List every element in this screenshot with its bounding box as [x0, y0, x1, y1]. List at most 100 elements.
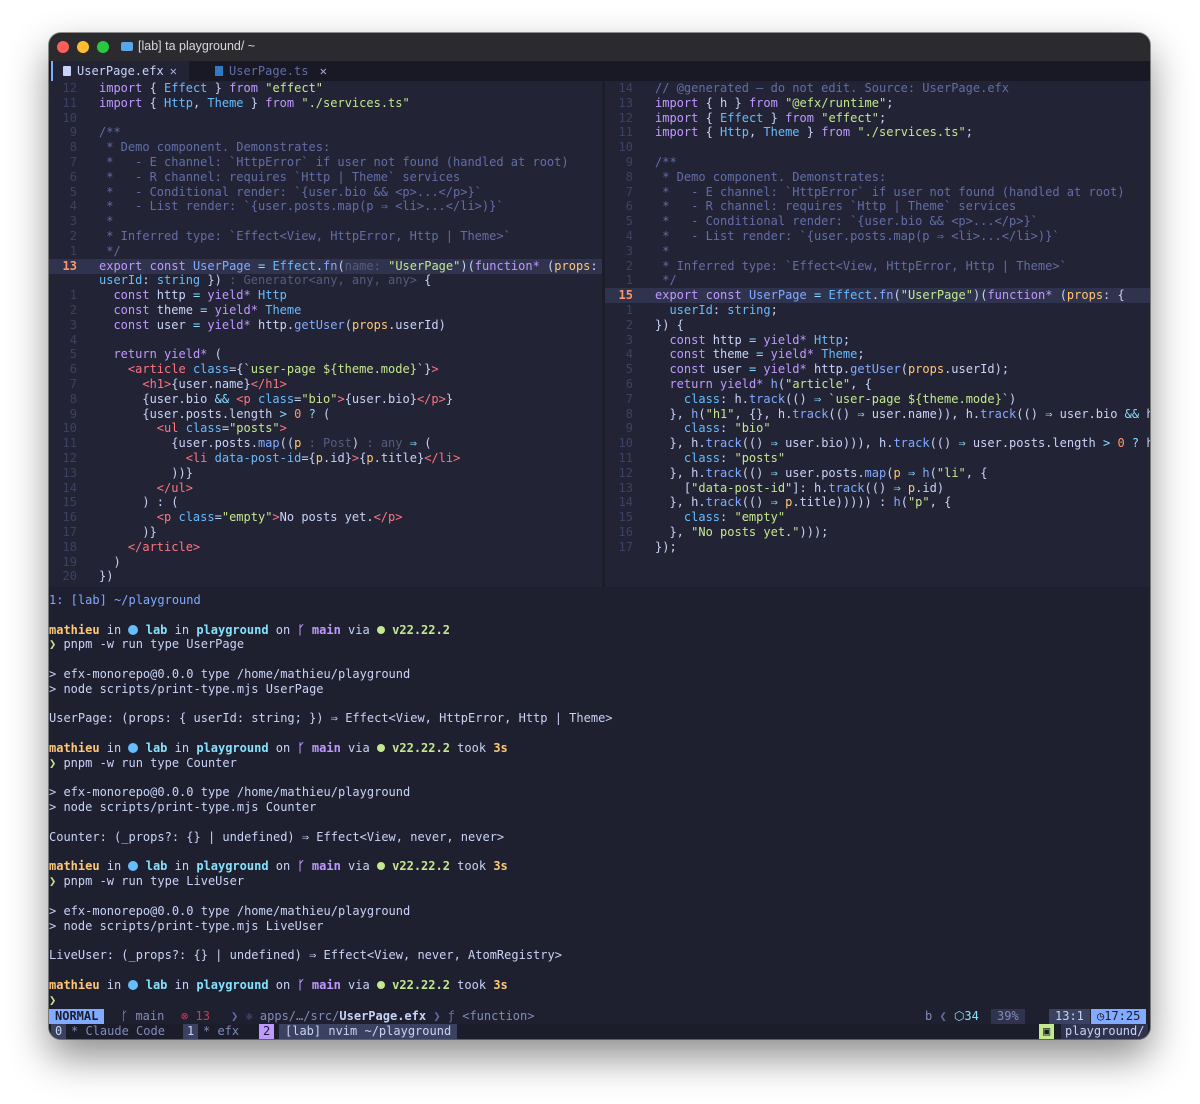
- code-line[interactable]: 20}): [49, 569, 114, 584]
- code-line[interactable]: 8 * Demo component. Demonstrates:: [49, 140, 330, 155]
- code-line[interactable]: 3 *: [605, 244, 670, 259]
- line-number: 8: [69, 391, 77, 406]
- code-line[interactable]: 1 */: [605, 273, 677, 288]
- code-line[interactable]: 13 ))}: [49, 466, 193, 481]
- line-number: 9: [69, 125, 77, 140]
- code-line[interactable]: 3 const http = yield* Http;: [605, 333, 850, 348]
- editor-pane-efx[interactable]: 12 import { Effect } from "effect" 11 impor…: [49, 81, 602, 587]
- code-line[interactable]: 9 class: "bio": [605, 421, 771, 436]
- code-line[interactable]: userId: string }) : Generator<any, any, …: [49, 273, 431, 288]
- code-line[interactable]: 6 * - R channel: requires `Http | Theme`…: [605, 199, 1016, 214]
- code-line[interactable]: 19 ): [49, 555, 121, 570]
- code-line[interactable]: 4 const theme = yield* Theme;: [605, 347, 865, 362]
- code-line[interactable]: 10 <ul class="posts">: [49, 421, 287, 436]
- code-line[interactable]: 11 import { Http, Theme } from "./service…: [49, 96, 410, 111]
- code-line[interactable]: 2}) {: [605, 318, 684, 333]
- line-number: 12: [618, 465, 633, 480]
- code-line[interactable]: 13 export const UserPage = Effect.fn(name…: [49, 259, 602, 274]
- code-line[interactable]: 12 }, h.track(() ⇒ user.posts.map(p ⇒ h(…: [605, 465, 988, 481]
- close-window-button[interactable]: [57, 41, 69, 53]
- code-line[interactable]: 1 */: [49, 244, 121, 259]
- command-output: > efx-monorepo@0.0.0 type /home/mathieu/…: [49, 903, 411, 918]
- tmux-window-2-index[interactable]: 2: [259, 1024, 275, 1039]
- zoom-window-button[interactable]: [97, 41, 109, 53]
- code-text: <li data-post-id={p.id}>{p.title}</li>: [185, 451, 461, 465]
- code-line[interactable]: 6 return yield* h("article", {: [605, 377, 872, 392]
- code-line[interactable]: 15 ) : (: [49, 495, 179, 510]
- tab-userpage-ts[interactable]: UserPage.ts ✕: [199, 61, 339, 81]
- code-line[interactable]: 14 </ul>: [49, 481, 193, 496]
- editor-pane-ts[interactable]: 14// @generated — do not edit. Source: U…: [605, 81, 1150, 587]
- line-number: 6: [625, 377, 633, 391]
- code-line[interactable]: 1 const http = yield* Http: [49, 288, 287, 303]
- code-line[interactable]: 10: [49, 111, 99, 126]
- tmux-window-2[interactable]: [lab] nvim ~/playground: [279, 1024, 458, 1039]
- line-number: 6: [69, 169, 77, 184]
- code-text: *: [99, 214, 114, 229]
- window-title: [lab] ta playground/ ~: [121, 39, 255, 53]
- code-line[interactable]: 11 class: "posts": [605, 451, 786, 466]
- code-line[interactable]: 4: [49, 333, 99, 348]
- minimize-window-button[interactable]: [77, 41, 89, 53]
- code-line[interactable]: 12 import { Effect } from "effect";: [605, 111, 887, 126]
- code-line[interactable]: 18 </article>: [49, 540, 201, 555]
- code-text: <h1>{user.name}</h1>: [142, 377, 287, 391]
- code-line[interactable]: 9 {user.posts.length > 0 ? (: [49, 407, 330, 422]
- code-line[interactable]: 7 * - E channel: `HttpError` if user not…: [605, 185, 1125, 200]
- code-line[interactable]: 9 /**: [605, 155, 677, 170]
- code-line[interactable]: 17 )}: [49, 525, 157, 540]
- code-line[interactable]: 5 * - Conditional render: `{user.bio && …: [49, 185, 482, 200]
- code-line[interactable]: 16 }, "No posts yet.")));: [605, 525, 829, 540]
- code-line[interactable]: 14 }, h.track(() ⇒ p.title))))) : h("p",…: [605, 495, 952, 510]
- tmux-window-1-index[interactable]: 1: [183, 1024, 199, 1039]
- code-line[interactable]: 2 const theme = yield* Theme: [49, 303, 302, 318]
- code-line[interactable]: 3 *: [49, 214, 114, 229]
- code-line[interactable]: 14 // @generated — do not edit. Source: U…: [605, 81, 1009, 96]
- code-line[interactable]: 15 class: "empty": [605, 510, 786, 525]
- code-line[interactable]: 3 const user = yield* http.getUser(props…: [49, 318, 446, 333]
- command-output: > node scripts/print-type.mjs Counter: [49, 800, 317, 815]
- error-count[interactable]: ⊗ 13: [181, 1009, 210, 1024]
- code-line[interactable]: 8 {user.bio && <p class="bio">{user.bio}…: [49, 392, 453, 407]
- code-line[interactable]: 2 * Inferred type: `Effect<View, HttpErr…: [49, 229, 511, 244]
- code-line[interactable]: 9 /**: [49, 125, 121, 140]
- code-line[interactable]: 12 import { Effect } from "effect": [49, 81, 323, 96]
- code-line[interactable]: 6 * - R channel: requires `Http | Theme`…: [49, 170, 460, 185]
- code-line[interactable]: 13 ["data-post-id"]: h.track(() ⇒ p.id): [605, 481, 945, 496]
- code-line[interactable]: 4 * - List render: `{user.posts.map(p ⇒ …: [49, 199, 504, 214]
- code-line[interactable]: 5 * - Conditional render: `{user.bio && …: [605, 214, 1038, 229]
- line-number: 4: [625, 347, 633, 362]
- code-text: * - R channel: requires `Http | Theme` s…: [99, 169, 461, 184]
- code-line[interactable]: 7 class: h.track(() ⇒ `user-page ${theme…: [605, 392, 1017, 407]
- code-line[interactable]: 15 export const UserPage = Effect.fn("Use…: [605, 288, 1125, 303]
- code-line[interactable]: 8 }, h("h1", {}, h.track(() ⇒ user.name)…: [605, 407, 1150, 422]
- tmux-window-0[interactable]: * Claude Code: [71, 1024, 165, 1039]
- tmux-window-0-index[interactable]: 0: [51, 1024, 67, 1039]
- code-line[interactable]: 5 return yield* (: [49, 347, 222, 362]
- code-line[interactable]: 13 import { h } from "@efx/runtime";: [605, 96, 894, 111]
- code-text: }, h.track(() ⇒ p.title))))) : h("p", {: [655, 495, 952, 510]
- code-line[interactable]: 6 <article class={`user-page ${theme.mod…: [49, 362, 439, 377]
- close-tab-icon[interactable]: ✕: [320, 61, 327, 81]
- code-line[interactable]: 12 <li data-post-id={p.id}>{p.title}</li…: [49, 451, 461, 466]
- code-line[interactable]: 16 <p class="empty">No posts yet.</p>: [49, 510, 403, 525]
- tab-userpage-efx[interactable]: UserPage.efx ✕: [51, 61, 189, 81]
- tmux-window-1[interactable]: * efx: [203, 1024, 239, 1039]
- line-number: 10: [62, 421, 77, 436]
- code-line[interactable]: 8 * Demo component. Demonstrates:: [605, 170, 886, 185]
- code-line[interactable]: 11 {user.posts.map((p : Post) : any ⇒ (: [49, 436, 432, 451]
- code-line[interactable]: 4 * - List render: `{user.posts.map(p ⇒ …: [605, 229, 1060, 244]
- code-text: userId: string;: [669, 303, 778, 317]
- code-line[interactable]: 10 }, h.track(() ⇒ user.bio))), h.track(…: [605, 436, 1150, 451]
- code-line[interactable]: 7 <h1>{user.name}</h1>: [49, 377, 287, 392]
- code-line[interactable]: 17});: [605, 540, 677, 555]
- terminal-pane[interactable]: 1: [lab] ~/playground mathieu in lab in p…: [49, 587, 1150, 1013]
- close-tab-icon[interactable]: ✕: [170, 61, 177, 81]
- code-line[interactable]: 11 import { Http, Theme } from "./service…: [605, 125, 973, 140]
- code-line[interactable]: 1 userId: string;: [605, 303, 778, 318]
- line-number: 6: [69, 362, 77, 377]
- code-line[interactable]: 5 const user = yield* http.getUser(props…: [605, 362, 1009, 377]
- code-line[interactable]: 10: [605, 140, 655, 155]
- code-line[interactable]: 7 * - E channel: `HttpError` if user not…: [49, 155, 569, 170]
- code-line[interactable]: 2 * Inferred type: `Effect<View, HttpErr…: [605, 259, 1067, 274]
